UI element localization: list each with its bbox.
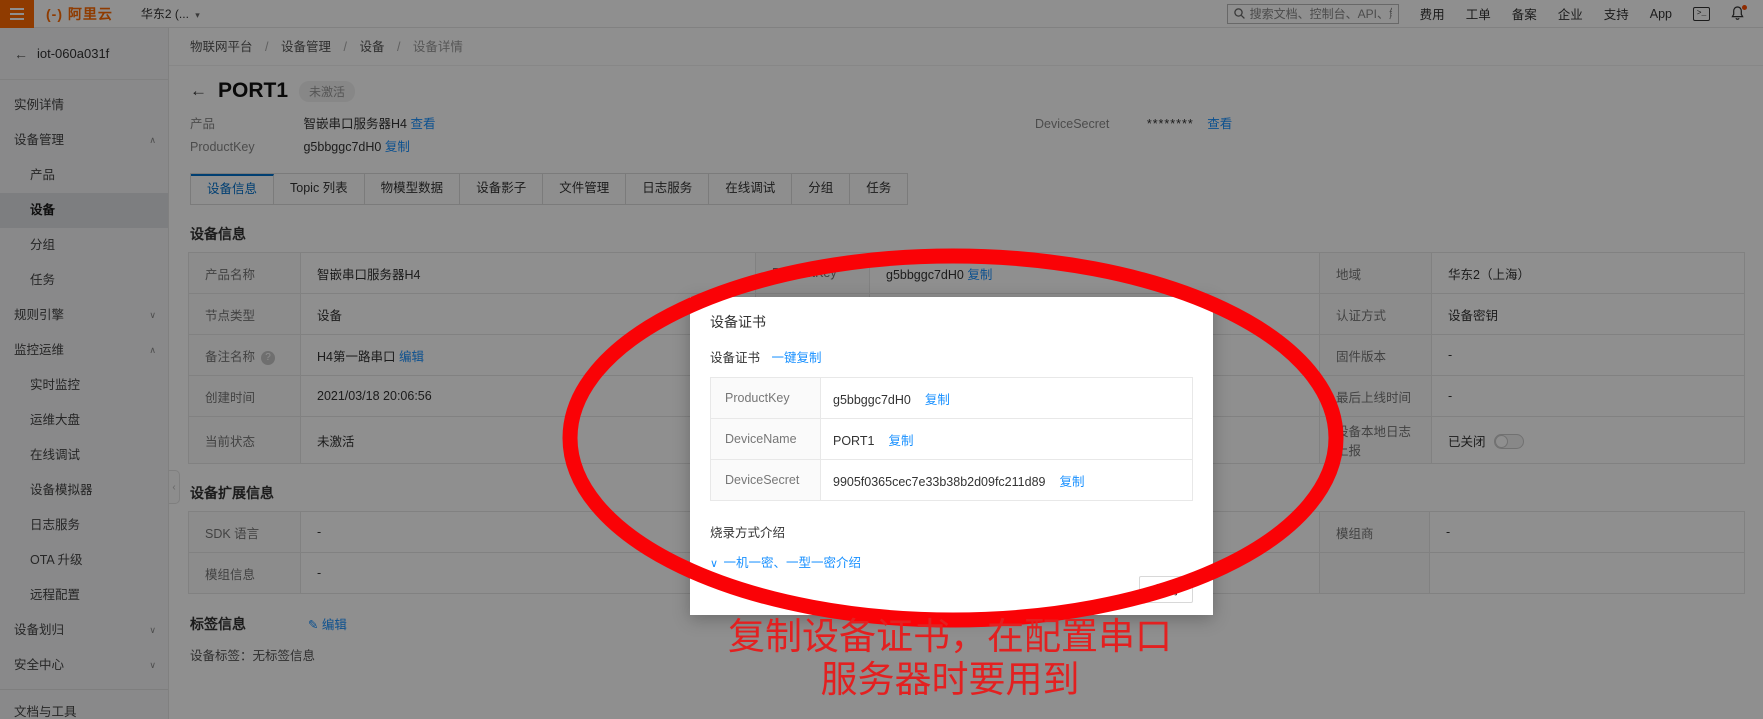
- devicename-copy-link[interactable]: 复制: [888, 434, 913, 448]
- cell-value: PORT1复制: [821, 419, 1193, 460]
- cell-label: DeviceName: [711, 419, 821, 460]
- table-row: DeviceSecret 9905f0365cec7e33b38b2d09fc2…: [711, 460, 1193, 501]
- secret-intro-link[interactable]: 一机一密、一型一密介绍: [724, 556, 862, 570]
- certificate-label: 设备证书: [710, 351, 760, 365]
- one-click-copy-link[interactable]: 一键复制: [772, 351, 822, 365]
- devicesecret-copy-link[interactable]: 复制: [1059, 475, 1084, 489]
- close-button[interactable]: 关闭: [1139, 576, 1193, 603]
- table-row: ProductKey g5bbggc7dH0复制: [711, 378, 1193, 419]
- dialog-title: 设备证书: [690, 297, 1213, 332]
- cell-value: 9905f0365cec7e33b38b2d09fc211d89复制: [821, 460, 1193, 501]
- burn-method-title: 烧录方式介绍: [710, 522, 1193, 541]
- table-row: DeviceName PORT1复制: [711, 419, 1193, 460]
- screen: (-) 阿里云 华东2 (... ▾ 费用 工单 备案 企业 支持 App >_: [0, 0, 1763, 719]
- certificate-row: 设备证书 一键复制: [690, 332, 1213, 366]
- cell-label: DeviceSecret: [711, 460, 821, 501]
- device-certificate-dialog: 设备证书 设备证书 一键复制 ProductKey g5bbggc7dH0复制 …: [690, 297, 1213, 615]
- cell-value: g5bbggc7dH0复制: [821, 378, 1193, 419]
- chevron-down-icon: ∨: [710, 558, 718, 570]
- certificate-table: ProductKey g5bbggc7dH0复制 DeviceName PORT…: [710, 377, 1193, 501]
- burn-method-link[interactable]: ∨ 一机一密、一型一密介绍: [710, 552, 1193, 571]
- productkey-copy-link[interactable]: 复制: [925, 393, 950, 407]
- cell-label: ProductKey: [711, 378, 821, 419]
